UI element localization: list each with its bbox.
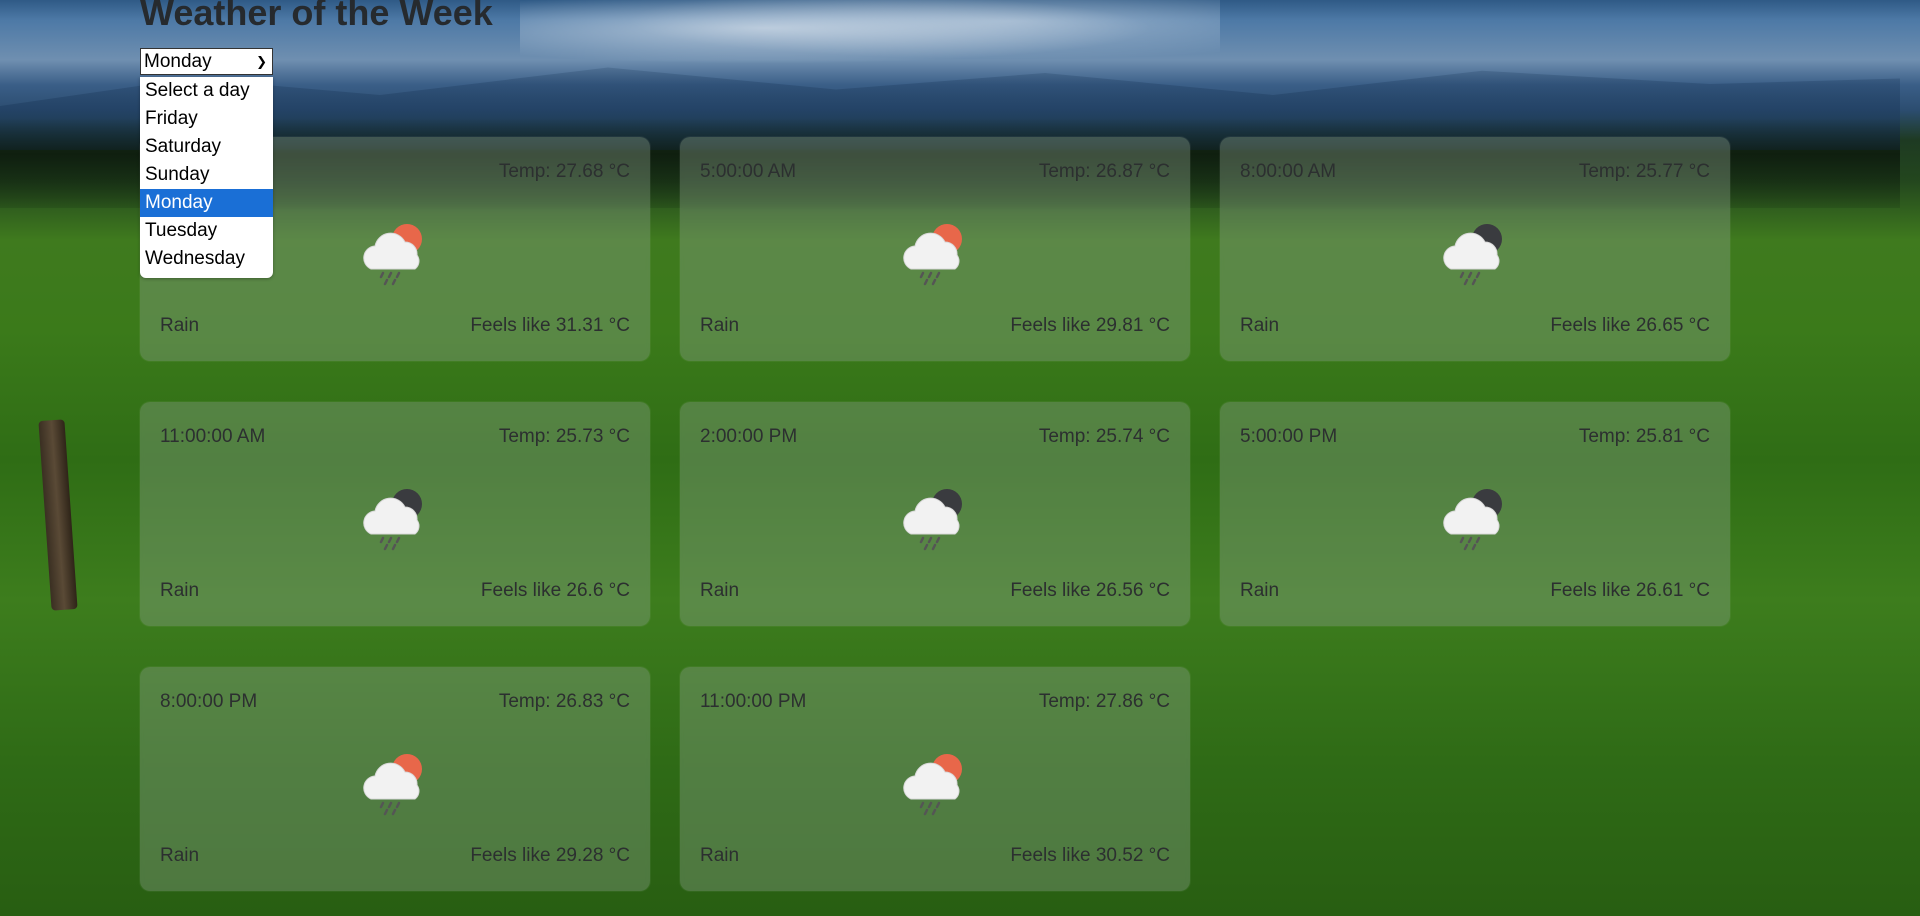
forecast-feels-like: Feels like 26.6 °C [480, 580, 630, 601]
forecast-feels-like: Feels like 29.81 °C [1010, 315, 1170, 336]
forecast-feels-like: Feels like 26.61 °C [1550, 580, 1710, 601]
rain-night-icon [903, 489, 962, 551]
forecast-card: 5:00:00 AM Temp: 26.87 °C Rain Feels lik… [680, 137, 1190, 361]
day-option[interactable]: Friday [140, 105, 273, 133]
day-select[interactable]: Monday ❯ [140, 48, 273, 75]
forecast-temp: Temp: 27.68 °C [498, 161, 630, 182]
forecast-time: 5:00:00 PM [1240, 426, 1338, 447]
rain-day-icon [363, 754, 422, 816]
background-mountains [0, 67, 1900, 150]
day-option[interactable]: Select a day [140, 77, 273, 105]
forecast-temp: Temp: 25.73 °C [498, 426, 630, 447]
forecast-condition: Rain [160, 845, 200, 866]
rain-night-icon [363, 489, 422, 551]
forecast-card: 5:00:00 PM Temp: 25.81 °C Rain Feels lik… [1220, 402, 1730, 626]
day-option[interactable]: Saturday [140, 133, 273, 161]
day-option[interactable]: Tuesday [140, 217, 273, 245]
day-option-selected[interactable]: Monday [140, 189, 273, 217]
background-fence-post [38, 419, 78, 611]
day-option[interactable]: Wednesday [140, 245, 273, 273]
background-clouds [520, 0, 1220, 70]
forecast-temp: Temp: 25.74 °C [1038, 426, 1170, 447]
rain-day-icon [363, 224, 422, 286]
forecast-condition: Rain [1240, 315, 1280, 336]
day-select-value: Monday [144, 50, 212, 72]
forecast-time: 8:00:00 PM [160, 691, 258, 712]
forecast-card: 11:00:00 AM Temp: 25.73 °C Rain Feels li… [140, 402, 650, 626]
forecast-condition: Rain [1240, 580, 1280, 601]
forecast-feels-like: Feels like 26.56 °C [1010, 580, 1170, 601]
forecast-time: 11:00:00 AM [160, 426, 266, 447]
forecast-card: 8:00:00 AM Temp: 25.77 °C Rain Feels lik… [1220, 137, 1730, 361]
day-dropdown-list: Select a day Friday Saturday Sunday Mond… [140, 77, 273, 278]
forecast-card: 11:00:00 PM Temp: 27.86 °C Rain Feels li… [680, 667, 1190, 891]
forecast-time: 2:00:00 PM [700, 426, 798, 447]
forecast-time: 5:00:00 AM [700, 161, 797, 182]
page-title: Weather of the Week [140, 0, 493, 33]
forecast-temp: Temp: 26.83 °C [498, 691, 630, 712]
forecast-temp: Temp: 26.87 °C [1038, 161, 1170, 182]
forecast-card: 2:00:00 PM Temp: 25.74 °C Rain Feels lik… [680, 402, 1190, 626]
rain-night-icon [1443, 489, 1502, 551]
forecast-temp: Temp: 25.81 °C [1578, 426, 1710, 447]
forecast-condition: Rain [160, 315, 200, 336]
forecast-condition: Rain [700, 845, 740, 866]
rain-day-icon [903, 224, 962, 286]
forecast-time: 8:00:00 AM [1240, 161, 1337, 182]
chevron-down-icon: ❯ [256, 53, 267, 69]
forecast-condition: Rain [700, 315, 740, 336]
day-option[interactable]: Sunday [140, 161, 273, 189]
forecast-condition: Rain [160, 580, 200, 601]
forecast-feels-like: Feels like 30.52 °C [1010, 845, 1170, 866]
forecast-feels-like: Feels like 29.28 °C [470, 845, 630, 866]
forecast-feels-like: Feels like 31.31 °C [470, 315, 630, 336]
forecast-condition: Rain [700, 580, 740, 601]
forecast-time: 11:00:00 PM [700, 691, 807, 712]
forecast-temp: Temp: 27.86 °C [1038, 691, 1170, 712]
rain-night-icon [1443, 224, 1502, 286]
forecast-card: 8:00:00 PM Temp: 26.83 °C Rain Feels lik… [140, 667, 650, 891]
forecast-feels-like: Feels like 26.65 °C [1550, 315, 1710, 336]
rain-day-icon [903, 754, 962, 816]
forecast-temp: Temp: 25.77 °C [1578, 161, 1710, 182]
